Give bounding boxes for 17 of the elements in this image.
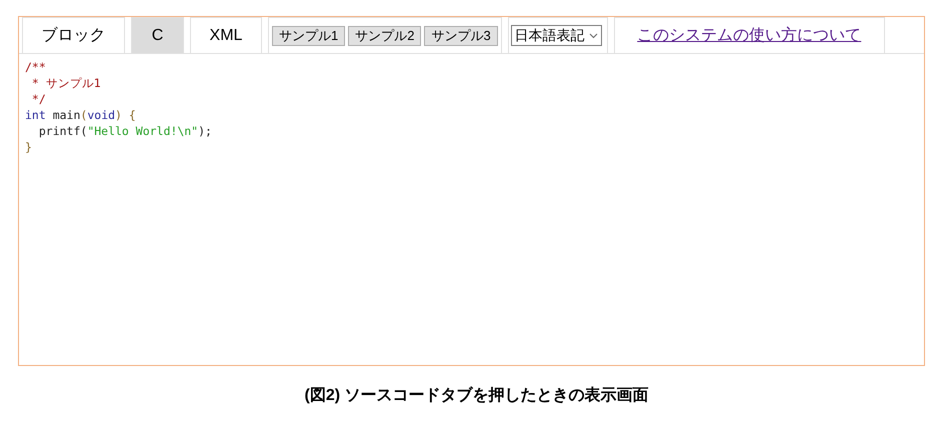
figure-caption: (図2) ソースコードタブを押したときの表示画面 bbox=[304, 385, 648, 406]
select-value: 日本語表記 bbox=[514, 26, 585, 45]
tab[interactable]: ブロック bbox=[22, 17, 125, 53]
sample-button[interactable]: サンプル3 bbox=[424, 26, 498, 46]
language-select[interactable]: 日本語表記 bbox=[510, 25, 602, 46]
code-line: /** bbox=[25, 59, 47, 75]
code-line: */ bbox=[30, 91, 47, 107]
sample-button[interactable]: サンプル1 bbox=[272, 26, 346, 46]
tab[interactable]: C bbox=[131, 17, 184, 53]
code-line: * サンプル1 bbox=[30, 75, 102, 91]
sample-button[interactable]: サンプル2 bbox=[348, 26, 422, 46]
chevron-icon bbox=[588, 32, 598, 38]
code-line: } bbox=[25, 139, 33, 155]
code-line: printf("Hello World!\n"); bbox=[38, 123, 213, 139]
tab[interactable]: XML bbox=[190, 17, 262, 53]
help-link[interactable]: このシステムの使い方について bbox=[637, 24, 862, 48]
code-line: int main(void) { bbox=[25, 107, 137, 123]
